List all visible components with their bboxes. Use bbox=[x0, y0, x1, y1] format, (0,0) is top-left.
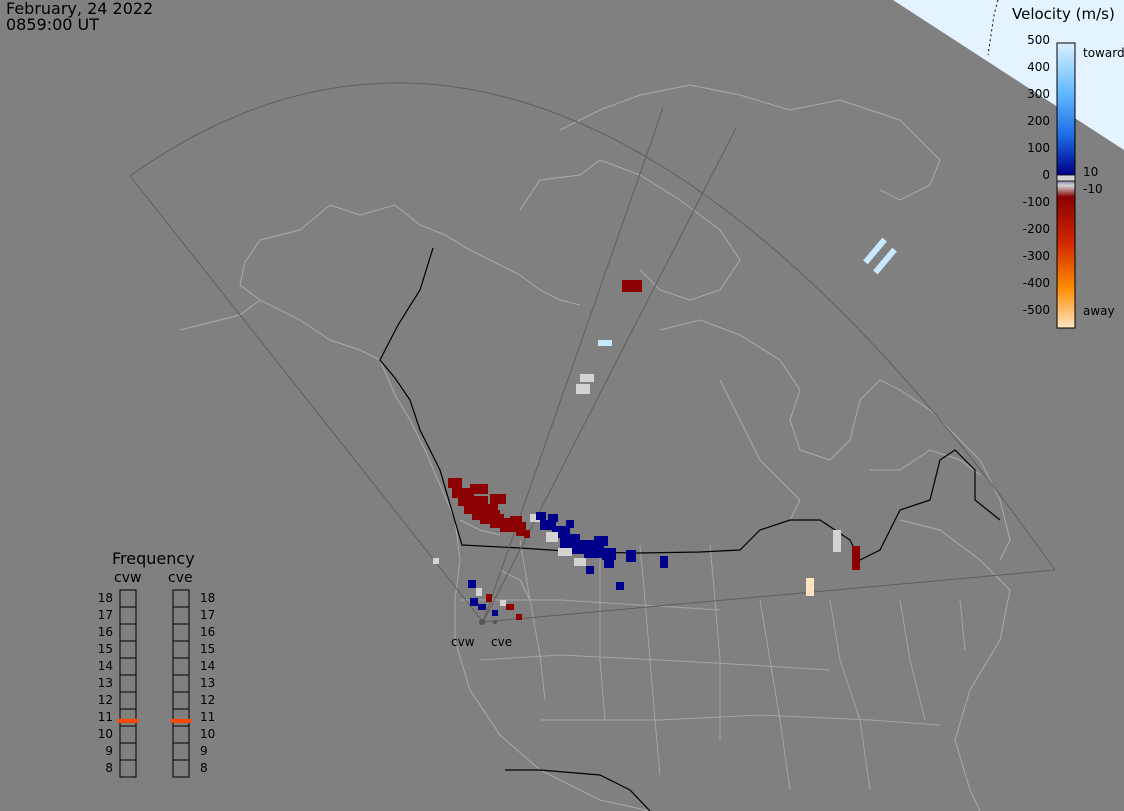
velocity-echo bbox=[806, 578, 814, 596]
velocity-echo bbox=[660, 556, 668, 568]
velocity-tick-label: 100 bbox=[1027, 141, 1050, 155]
frequency-level-label: 9 bbox=[105, 744, 113, 758]
time-label: 0859:00 UT bbox=[6, 15, 100, 34]
frequency-level-label: 11 bbox=[200, 710, 216, 724]
cve-frequency-indicator bbox=[171, 718, 191, 723]
velocity-echo bbox=[598, 340, 612, 346]
negative-threshold-label: -10 bbox=[1083, 182, 1103, 196]
frequency-title: Frequency bbox=[112, 549, 195, 568]
away-label: away bbox=[1083, 304, 1115, 318]
velocity-echo bbox=[470, 484, 488, 494]
velocity-echo bbox=[448, 478, 462, 488]
frequency-level-label: 8 bbox=[105, 761, 113, 775]
frequency-level-label: 12 bbox=[200, 693, 216, 707]
frequency-level-label: 9 bbox=[200, 744, 208, 758]
frequency-level-label: 10 bbox=[97, 727, 113, 741]
positive-threshold-label: 10 bbox=[1083, 165, 1099, 179]
velocity-echo bbox=[833, 530, 841, 552]
velocity-echo bbox=[433, 558, 439, 564]
velocity-echo bbox=[486, 594, 492, 602]
frequency-level-label: 10 bbox=[200, 727, 216, 741]
velocity-tick-label: 300 bbox=[1027, 87, 1050, 101]
velocity-echo bbox=[574, 558, 586, 566]
velocity-tick-label: -300 bbox=[1022, 249, 1050, 263]
velocity-echo bbox=[584, 546, 604, 558]
velocity-echo bbox=[546, 532, 558, 542]
frequency-level-label: 18 bbox=[97, 591, 113, 605]
cve-frequency-label: cve bbox=[168, 570, 193, 586]
frequency-level-label: 13 bbox=[97, 676, 113, 690]
velocity-echo bbox=[580, 374, 594, 382]
frequency-level-label: 17 bbox=[97, 608, 113, 622]
cvw-site-marker bbox=[479, 619, 485, 625]
cve-site-label: cve bbox=[491, 635, 513, 649]
frequency-level-label: 14 bbox=[200, 659, 216, 673]
velocity-echo bbox=[478, 604, 486, 610]
velocity-tick-label: 200 bbox=[1027, 114, 1050, 128]
velocity-echo bbox=[622, 280, 642, 292]
velocity-colorbar bbox=[1056, 42, 1076, 329]
frequency-level-label: 16 bbox=[97, 625, 113, 639]
frequency-level-label: 15 bbox=[200, 642, 216, 656]
velocity-tick-label: -200 bbox=[1022, 222, 1050, 236]
radar-velocity-map bbox=[0, 0, 1124, 811]
velocity-echo bbox=[492, 610, 498, 616]
velocity-echo bbox=[476, 588, 482, 596]
cvw-site-label: cvw bbox=[451, 635, 475, 649]
cvw-frequency-label: cvw bbox=[114, 570, 142, 586]
velocity-echo bbox=[852, 546, 860, 570]
zero-band bbox=[1056, 174, 1076, 182]
velocity-echo bbox=[586, 566, 594, 574]
velocity-echo bbox=[468, 580, 476, 588]
cvw-frequency-indicator bbox=[118, 718, 138, 723]
velocity-echo bbox=[594, 536, 608, 546]
frequency-level-label: 11 bbox=[97, 710, 113, 724]
velocity-echo bbox=[506, 604, 514, 610]
velocity-tick-label: -400 bbox=[1022, 276, 1050, 290]
velocity-echo bbox=[626, 550, 636, 562]
velocity-tick-label: 0 bbox=[1042, 168, 1050, 182]
velocity-echo bbox=[576, 384, 590, 394]
velocity-echo bbox=[490, 494, 506, 504]
velocity-legend-title: Velocity (m/s) bbox=[1012, 5, 1115, 23]
frequency-level-label: 17 bbox=[200, 608, 216, 622]
frequency-level-label: 18 bbox=[200, 591, 216, 605]
velocity-tick-label: -500 bbox=[1022, 303, 1050, 317]
velocity-echo bbox=[470, 598, 478, 606]
toward-label: toward bbox=[1083, 46, 1124, 60]
velocity-echo bbox=[500, 600, 506, 606]
velocity-echo bbox=[604, 560, 614, 568]
velocity-tick-label: 400 bbox=[1027, 60, 1050, 74]
frequency-level-label: 13 bbox=[200, 676, 216, 690]
velocity-echo bbox=[566, 520, 574, 528]
frequency-level-label: 16 bbox=[200, 625, 216, 639]
frequency-level-label: 14 bbox=[97, 659, 113, 673]
velocity-echo bbox=[602, 548, 616, 560]
frequency-level-label: 8 bbox=[200, 761, 208, 775]
velocity-tick-label: -100 bbox=[1022, 195, 1050, 209]
velocity-echo bbox=[516, 614, 522, 620]
velocity-echo bbox=[524, 530, 530, 538]
velocity-echo bbox=[616, 582, 624, 590]
velocity-tick-label: 500 bbox=[1027, 33, 1050, 47]
velocity-echo bbox=[558, 548, 572, 556]
cve-site-marker bbox=[493, 620, 497, 624]
frequency-level-label: 12 bbox=[97, 693, 113, 707]
frequency-level-label: 15 bbox=[97, 642, 113, 656]
velocity-echo bbox=[548, 514, 558, 522]
velocity-echo bbox=[536, 512, 546, 520]
